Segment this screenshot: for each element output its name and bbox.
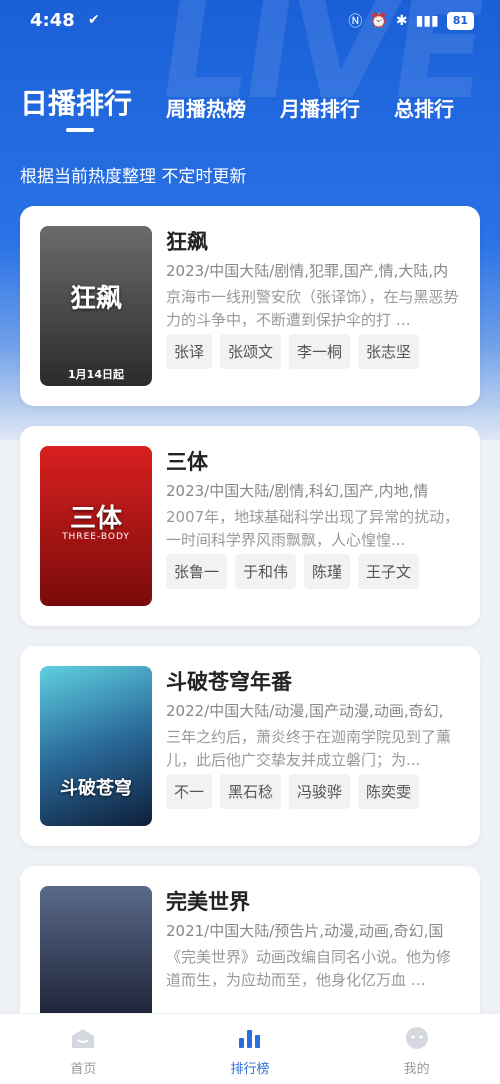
nav-label: 排行榜 [230,1062,270,1077]
item-title: 三体 [166,450,208,474]
home-icon [72,1029,95,1048]
item-description: 京海市一线刑警安欣（张译饰），在与黑恶势力的斗争中，不断遭到保护伞的打 … [166,288,459,329]
cast-chip[interactable]: 张鲁一 [166,554,228,589]
status-bar: 4:48 ✔ Ⓝ ⏰ ✱ ▮▮▮ 81 [0,0,500,40]
tab-daily[interactable]: 日播排行 [20,82,132,122]
cast-chip[interactable]: 张志坚 [358,334,420,369]
check-icon: ✔ [88,12,100,28]
signal-icon: ▮▮▮ [415,13,439,29]
battery-indicator: 81 [446,12,474,30]
tab-weekly[interactable]: 周播热榜 [166,93,246,122]
active-tab-indicator [66,128,94,132]
cast-chip[interactable]: 冯骏骅 [289,774,351,809]
cast-chip[interactable]: 陈瑾 [304,554,351,589]
ranking-item[interactable]: 狂飙 1月14日起 狂飙 2023/中国大陆/剧情,犯罪,国产,情,大陆,内 京… [20,206,480,406]
tab-total[interactable]: 总排行 [394,93,454,122]
nav-label: 我的 [403,1062,430,1077]
cast-chip[interactable]: 陈奕雯 [358,774,420,809]
item-description: 三年之约后，萧炎终于在迦南学院见到了薰儿，此后他广交挚友并成立磐门；为... [166,728,452,769]
item-title: 完美世界 [166,890,250,914]
poster-image [40,886,152,1026]
poster-subtitle: THREE-BODY [62,532,130,542]
cast-chip[interactable]: 黑石稔 [220,774,282,809]
status-time: 4:48 [30,10,75,31]
poster-date: 1月14日起 [68,368,124,381]
cast-chip[interactable]: 张颂文 [220,334,282,369]
ranking-tabs: 日播排行 周播热榜 月播排行 总排行 [20,82,488,122]
item-title: 狂飙 [166,230,208,254]
poster-image: 斗破苍穹 [40,666,152,826]
cast-list: 张译 张颂文 李一桐 张志坚 [166,334,420,369]
cast-list: 张鲁一 于和伟 陈瑾 王子文 [166,554,420,589]
profile-icon [405,1027,428,1049]
poster-title: 三体 [69,504,122,534]
nfc-icon: Ⓝ [348,14,363,30]
item-meta: 2021/中国大陆/预告片,动漫,动画,奇幻,国 [166,922,444,940]
item-title: 斗破苍穹年番 [166,670,292,694]
item-meta: 2023/中国大陆/剧情,科幻,国产,内地,情 [166,482,429,500]
cast-chip[interactable]: 不一 [166,774,213,809]
item-description: 2007年，地球基础科学出现了异常的扰动，一时间科学界风雨飘飘，人心惶惶... [166,508,460,549]
tab-monthly[interactable]: 月播排行 [280,93,360,122]
cast-chip[interactable]: 王子文 [358,554,420,589]
bluetooth-icon: ✱ [395,13,408,29]
item-meta: 2023/中国大陆/剧情,犯罪,国产,情,大陆,内 [166,262,449,280]
bottom-navigation: 首页 排行榜 我的 [0,1013,500,1084]
page-subtitle: 根据当前热度整理 不定时更新 [20,167,247,187]
ranking-item[interactable]: 三体 THREE-BODY 三体 2023/中国大陆/剧情,科幻,国产,内地,情… [20,426,480,626]
poster-image: 狂飙 1月14日起 [40,226,152,386]
nav-profile[interactable]: 我的 [333,1014,500,1084]
cast-list: 不一 黑石稔 冯骏骅 陈奕雯 [166,774,420,809]
poster-title: 斗破苍穹 [60,778,132,799]
ranking-item[interactable]: 斗破苍穹 斗破苍穹年番 2022/中国大陆/动漫,国产动漫,动画,奇幻, 三年之… [20,646,480,846]
alarm-icon: ⏰ [370,13,388,29]
poster-image: 三体 THREE-BODY [40,446,152,606]
status-icons: Ⓝ ⏰ ✱ ▮▮▮ 81 [348,11,474,31]
cast-chip[interactable]: 李一桐 [289,334,351,369]
cast-chip[interactable]: 张译 [166,334,213,369]
item-meta: 2022/中国大陆/动漫,国产动漫,动画,奇幻, [166,702,444,720]
poster-title: 狂飙 [69,284,122,314]
item-description: 《完美世界》动画改编自同名小说。他为修道而生，为应劫而至，他身化亿万血 … [166,948,452,989]
ranking-item[interactable]: 完美世界 2021/中国大陆/预告片,动漫,动画,奇幻,国 《完美世界》动画改编… [20,866,480,1026]
chart-icon [239,1030,260,1048]
nav-ranking[interactable]: 排行榜 [167,1014,334,1084]
cast-chip[interactable]: 于和伟 [235,554,297,589]
nav-label: 首页 [70,1062,97,1077]
nav-home[interactable]: 首页 [0,1014,167,1084]
